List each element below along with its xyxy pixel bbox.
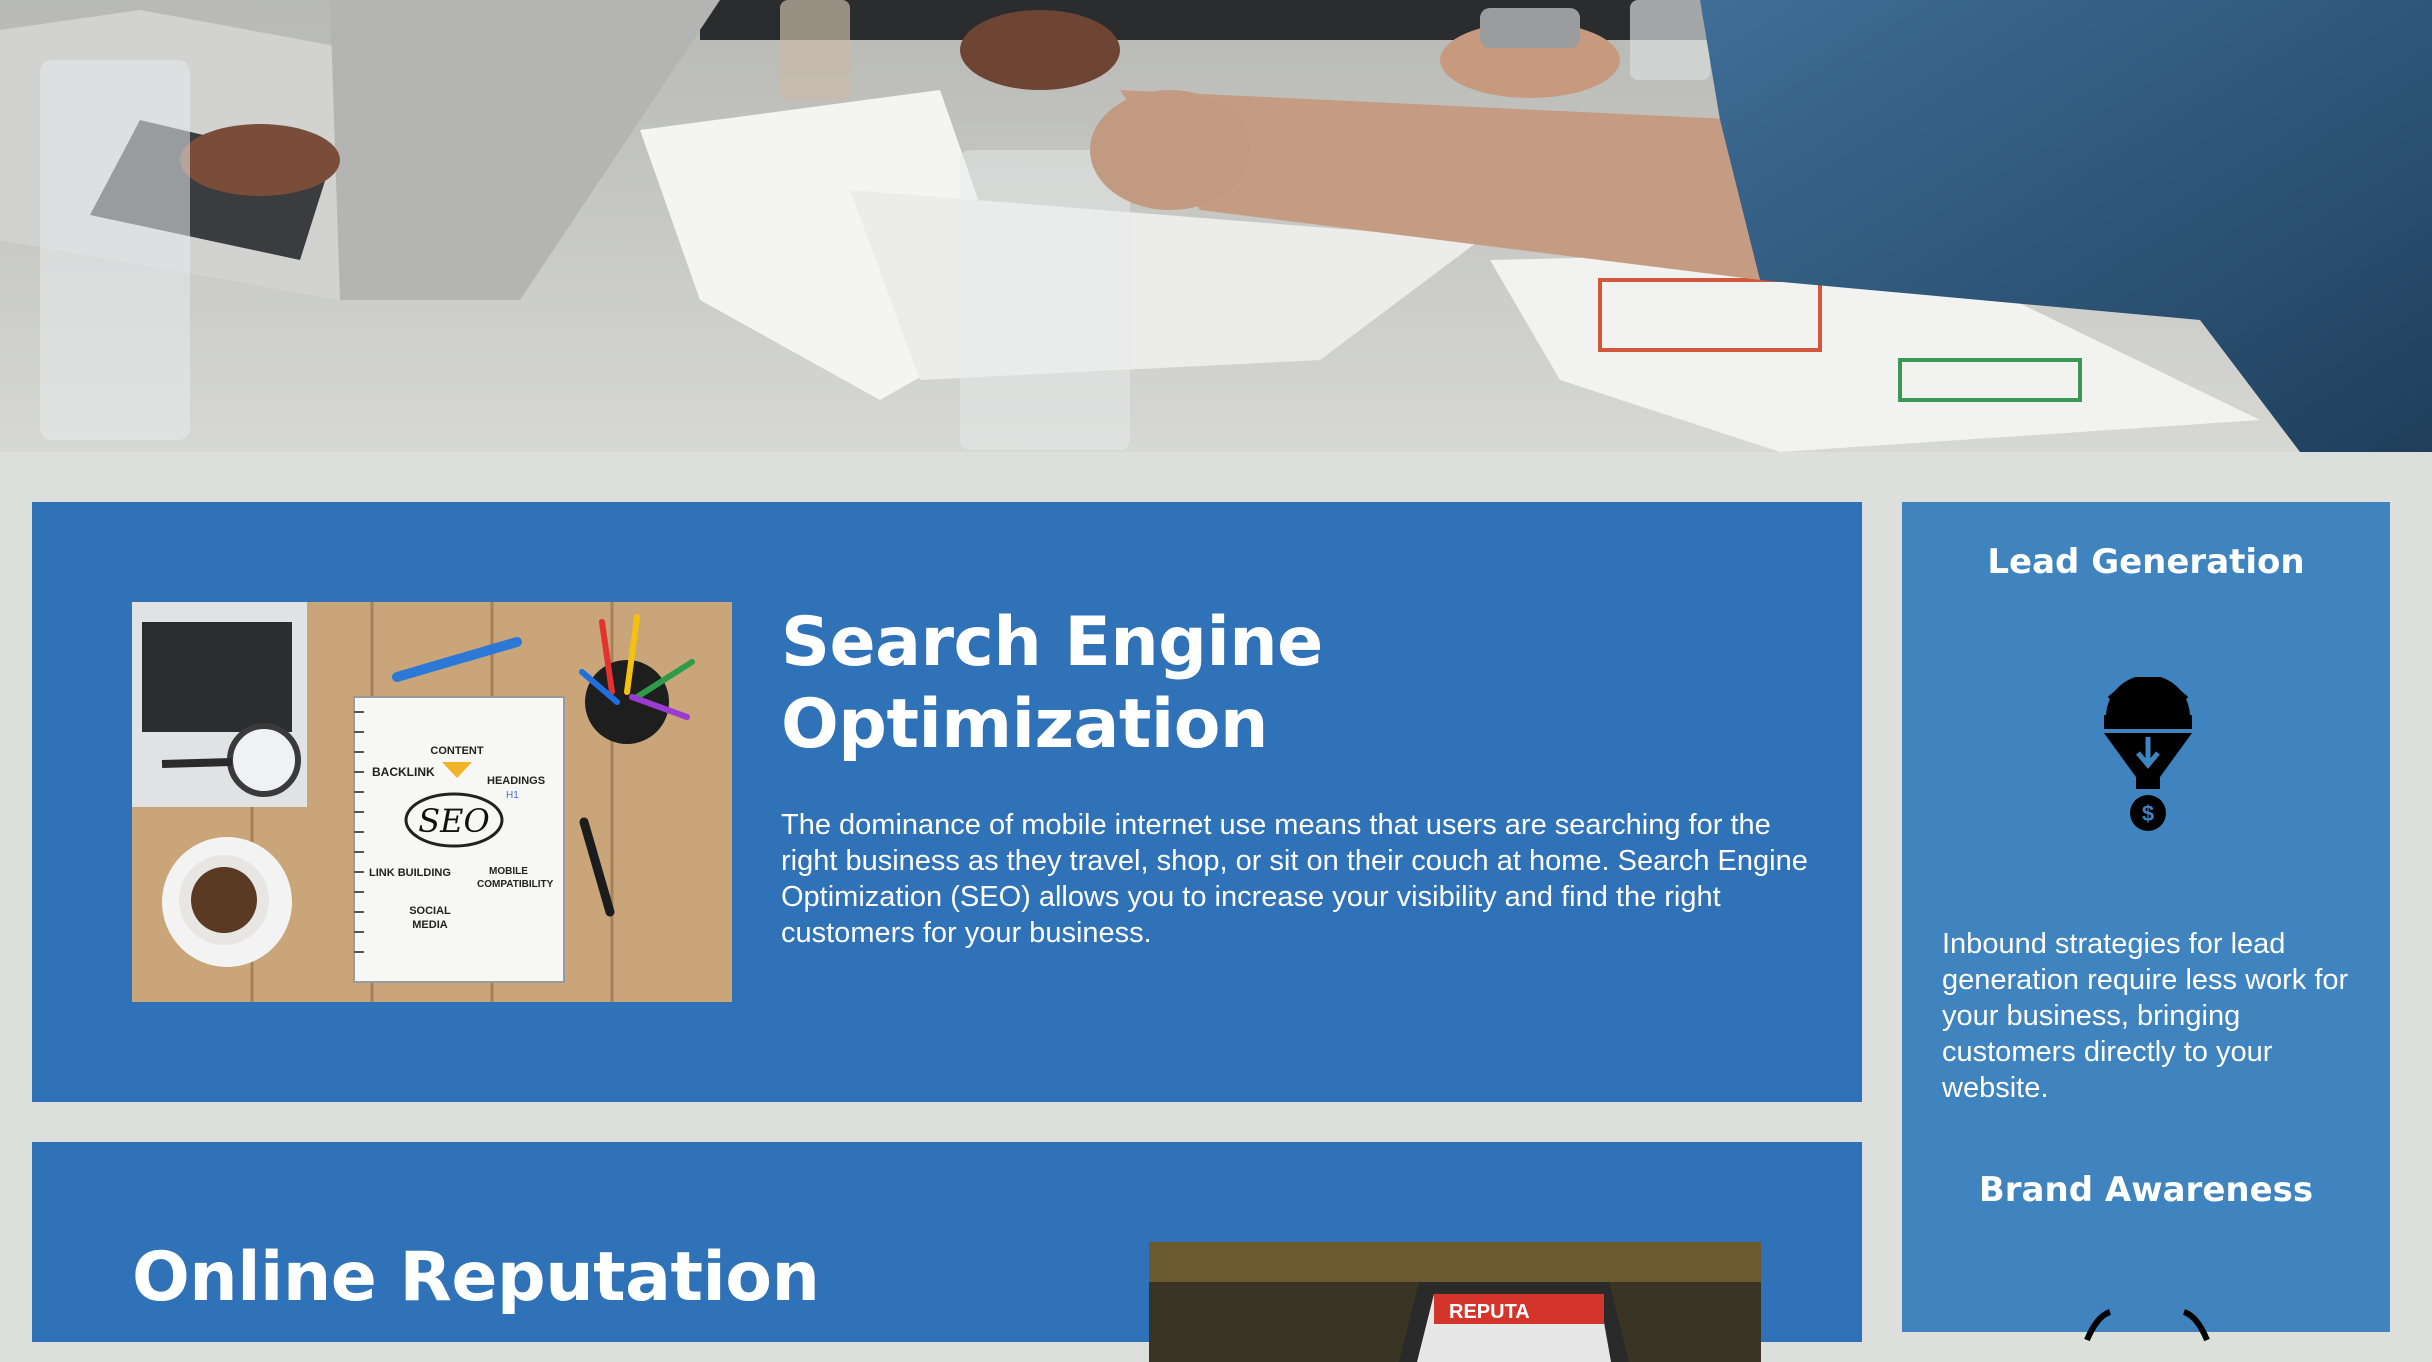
services-sidebar: Lead Generation $ Inbound strategies for… [1902, 502, 2390, 1342]
online-reputation-title: Online Reputation [132, 1238, 820, 1317]
online-reputation-card: Online Reputation REPUTA [32, 1142, 1862, 1362]
seo-word: SEO [418, 802, 490, 840]
seo-label-headings: HEADINGS [487, 775, 545, 787]
dollar-sign: $ [2142, 801, 2154, 826]
reputation-screen-text: REPUTA [1449, 1301, 1530, 1323]
seo-label-backlink: BACKLINK [372, 765, 435, 779]
seo-title: Search Engine Optimization [781, 603, 1323, 764]
seo-label-h1: H1 [506, 790, 519, 801]
brand-awareness-heading: Brand Awareness [1978, 1170, 2314, 1210]
seo-label-social: SOCIAL [409, 905, 451, 917]
seo-label-content: CONTENT [430, 745, 483, 757]
online-reputation-image: REPUTA [1149, 1242, 1761, 1362]
seo-label-compat: COMPATIBILITY [477, 879, 554, 890]
hero-image [0, 0, 2432, 452]
seo-label-media: MEDIA [412, 919, 448, 931]
seo-description: The dominance of mobile internet use mea… [781, 809, 1808, 949]
seo-image: SEO CONTENT BACKLINK HEADINGS H1 LINK BU… [132, 602, 732, 1002]
seo-label-mobile: MOBILE [489, 866, 528, 877]
brand-awareness-icon [2084, 1309, 2210, 1342]
lead-generation-heading: Lead Generation [1987, 542, 2305, 582]
funnel-gear-dollar-icon: $ [2104, 677, 2192, 831]
seo-label-link-building: LINK BUILDING [369, 867, 451, 879]
seo-card: SEO CONTENT BACKLINK HEADINGS H1 LINK BU… [32, 502, 1862, 1102]
lead-generation-text: Inbound strategies for lead generation r… [1942, 928, 2349, 1104]
